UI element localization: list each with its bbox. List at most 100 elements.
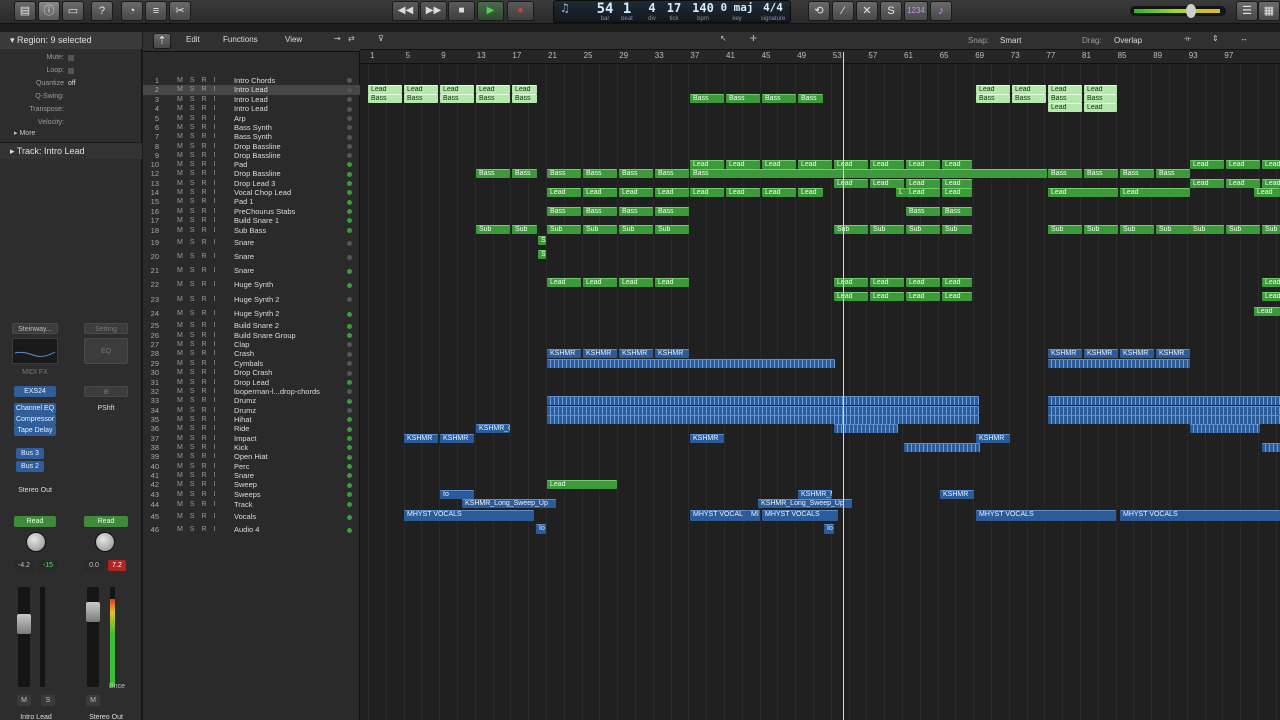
track-row[interactable]: 23 MSRI Huge Synth 2 — [143, 292, 360, 307]
volume-readout-2[interactable]: 0.0 — [84, 560, 104, 571]
region[interactable]: Lead — [762, 160, 796, 169]
track-row[interactable]: 20 MSRI Snare — [143, 250, 360, 264]
track-buttons-icon[interactable]: MSRI — [177, 471, 223, 480]
track-row[interactable]: 3 MSRI Intro Lead — [143, 95, 360, 104]
region[interactable]: Lead — [690, 160, 724, 169]
track-buttons-icon[interactable]: MSRI — [177, 207, 223, 216]
region[interactable]: Bass — [906, 207, 940, 216]
track-name[interactable]: Hihat — [234, 415, 352, 424]
region[interactable]: Lead — [1012, 85, 1046, 94]
audio-waveform-region[interactable] — [1262, 443, 1280, 452]
track-name[interactable]: Drop Lead 3 — [234, 179, 352, 188]
automation-mode-2[interactable]: Read — [84, 516, 128, 527]
track-row[interactable]: 43 MSRI Sweeps — [143, 490, 360, 499]
region[interactable]: Bass — [476, 94, 510, 103]
region[interactable]: Lead — [798, 160, 832, 169]
track-row[interactable]: 18 MSRI Sub Bass — [143, 225, 360, 236]
track-name[interactable]: Drumz — [234, 396, 352, 406]
region[interactable]: Bass — [976, 94, 1010, 103]
track-name[interactable]: Huge Synth — [234, 278, 352, 292]
track-buttons-icon[interactable]: MSRI — [177, 104, 223, 114]
track-name[interactable]: looperman-l...drop-chords — [234, 387, 352, 396]
track-name[interactable]: Snare — [234, 471, 352, 480]
audio-waveform-region[interactable] — [1048, 396, 1280, 405]
track-buttons-icon[interactable]: MSRI — [177, 179, 223, 188]
region[interactable]: Bass — [512, 94, 537, 103]
track-buttons-icon[interactable]: MSRI — [177, 415, 223, 424]
send-slot-1[interactable]: Bus 3 — [16, 448, 44, 459]
track-buttons-icon[interactable]: MSRI — [177, 499, 223, 510]
track-row[interactable]: 15 MSRI Pad 1 — [143, 197, 360, 207]
region[interactable]: Sub — [1156, 225, 1190, 234]
track-name[interactable]: Drop Bassline — [234, 142, 352, 151]
send-slot-2[interactable]: Bus 2 — [16, 461, 44, 472]
track-name[interactable]: PreChourus Stabs — [234, 207, 352, 216]
insert-slot-2[interactable]: Compressor — [14, 414, 56, 425]
track-buttons-icon[interactable]: MSRI — [177, 132, 223, 142]
region[interactable]: Io — [824, 524, 834, 534]
track-row[interactable]: 2 MSRI Intro Lead — [143, 85, 360, 95]
track-buttons-icon[interactable]: MSRI — [177, 188, 223, 197]
audio-waveform-region[interactable] — [1048, 415, 1280, 424]
region[interactable]: Bass — [690, 169, 1047, 178]
track-buttons-icon[interactable]: MSRI — [177, 331, 223, 340]
track-row[interactable]: 34 MSRI Drumz — [143, 406, 360, 415]
track-row[interactable]: 36 MSRI Ride — [143, 424, 360, 434]
track-name[interactable]: Impact — [234, 434, 352, 443]
track-row[interactable]: 14 MSRI Vocal Chop Lead — [143, 188, 360, 197]
track-buttons-icon[interactable]: MSRI — [177, 490, 223, 499]
forward-button[interactable]: ▶▶ — [420, 1, 447, 21]
track-name[interactable]: Intro Lead — [234, 104, 352, 114]
region[interactable]: KSHMR_C — [476, 424, 510, 433]
master-volume-slider[interactable] — [1130, 4, 1226, 18]
region[interactable]: Bass — [762, 94, 796, 103]
region[interactable]: KSHMR — [1048, 349, 1082, 358]
region-param-qswing[interactable]: Q-Swing: — [0, 91, 142, 103]
region[interactable]: Bass — [619, 207, 653, 216]
region[interactable]: Bass — [1048, 169, 1082, 178]
setting-button-2[interactable]: Setting — [84, 323, 128, 334]
functions-menu[interactable]: Functions — [223, 35, 258, 44]
region[interactable]: Lead — [476, 85, 510, 94]
region[interactable]: Sub — [619, 225, 653, 234]
region[interactable]: Lead — [1048, 103, 1082, 112]
track-name[interactable]: Pad — [234, 160, 352, 169]
track-buttons-icon[interactable]: MSRI — [177, 359, 223, 368]
smart-controls-icon[interactable]: ◔ — [121, 1, 143, 21]
track-buttons-icon[interactable]: MSRI — [177, 387, 223, 396]
track-buttons-icon[interactable]: MSRI — [177, 443, 223, 452]
track-name[interactable]: Perc — [234, 462, 352, 471]
region[interactable]: KSHMR — [547, 349, 581, 358]
region[interactable]: Lead — [547, 188, 581, 197]
track-name[interactable]: Clap — [234, 340, 352, 349]
automation-mode[interactable]: Read — [14, 516, 56, 527]
track-row[interactable]: 7 MSRI Bass Synth — [143, 132, 360, 142]
region[interactable]: KSHMR — [655, 349, 689, 358]
volume-fader-cap-2[interactable] — [86, 602, 100, 622]
region[interactable]: Lead — [655, 188, 689, 197]
region[interactable]: KSHMR — [1084, 349, 1118, 358]
audio-waveform-region[interactable] — [904, 443, 980, 452]
track-row[interactable]: 26 MSRI Build Snare Group — [143, 331, 360, 340]
browser-icon[interactable]: ▦ — [1258, 1, 1280, 21]
track-row[interactable]: 10 MSRI Pad — [143, 160, 360, 169]
track-row[interactable]: 44 MSRI Track — [143, 499, 360, 510]
track-name[interactable]: Snare — [234, 236, 352, 250]
region[interactable]: Lead — [1262, 278, 1280, 287]
region[interactable]: Lead — [942, 278, 972, 287]
track-row[interactable]: 27 MSRI Clap — [143, 340, 360, 349]
region[interactable]: Bass — [547, 169, 581, 178]
region[interactable]: Lead — [834, 179, 868, 188]
region[interactable]: Lead — [1226, 179, 1260, 188]
mute-button-2[interactable]: M — [86, 695, 100, 706]
track-name[interactable]: Crash — [234, 349, 352, 359]
region[interactable]: Bass — [1084, 169, 1118, 178]
region[interactable]: Sub — [476, 225, 510, 234]
region-param-transpose[interactable]: Transpose: — [0, 104, 142, 116]
region[interactable]: Lead — [870, 292, 904, 301]
region[interactable]: Sub — [1084, 225, 1118, 234]
region[interactable]: L — [896, 188, 906, 197]
region[interactable]: Lead — [798, 188, 823, 197]
region[interactable]: MHYST VOCALS — [404, 510, 534, 521]
region[interactable]: MHYST VOCAL — [690, 510, 748, 521]
